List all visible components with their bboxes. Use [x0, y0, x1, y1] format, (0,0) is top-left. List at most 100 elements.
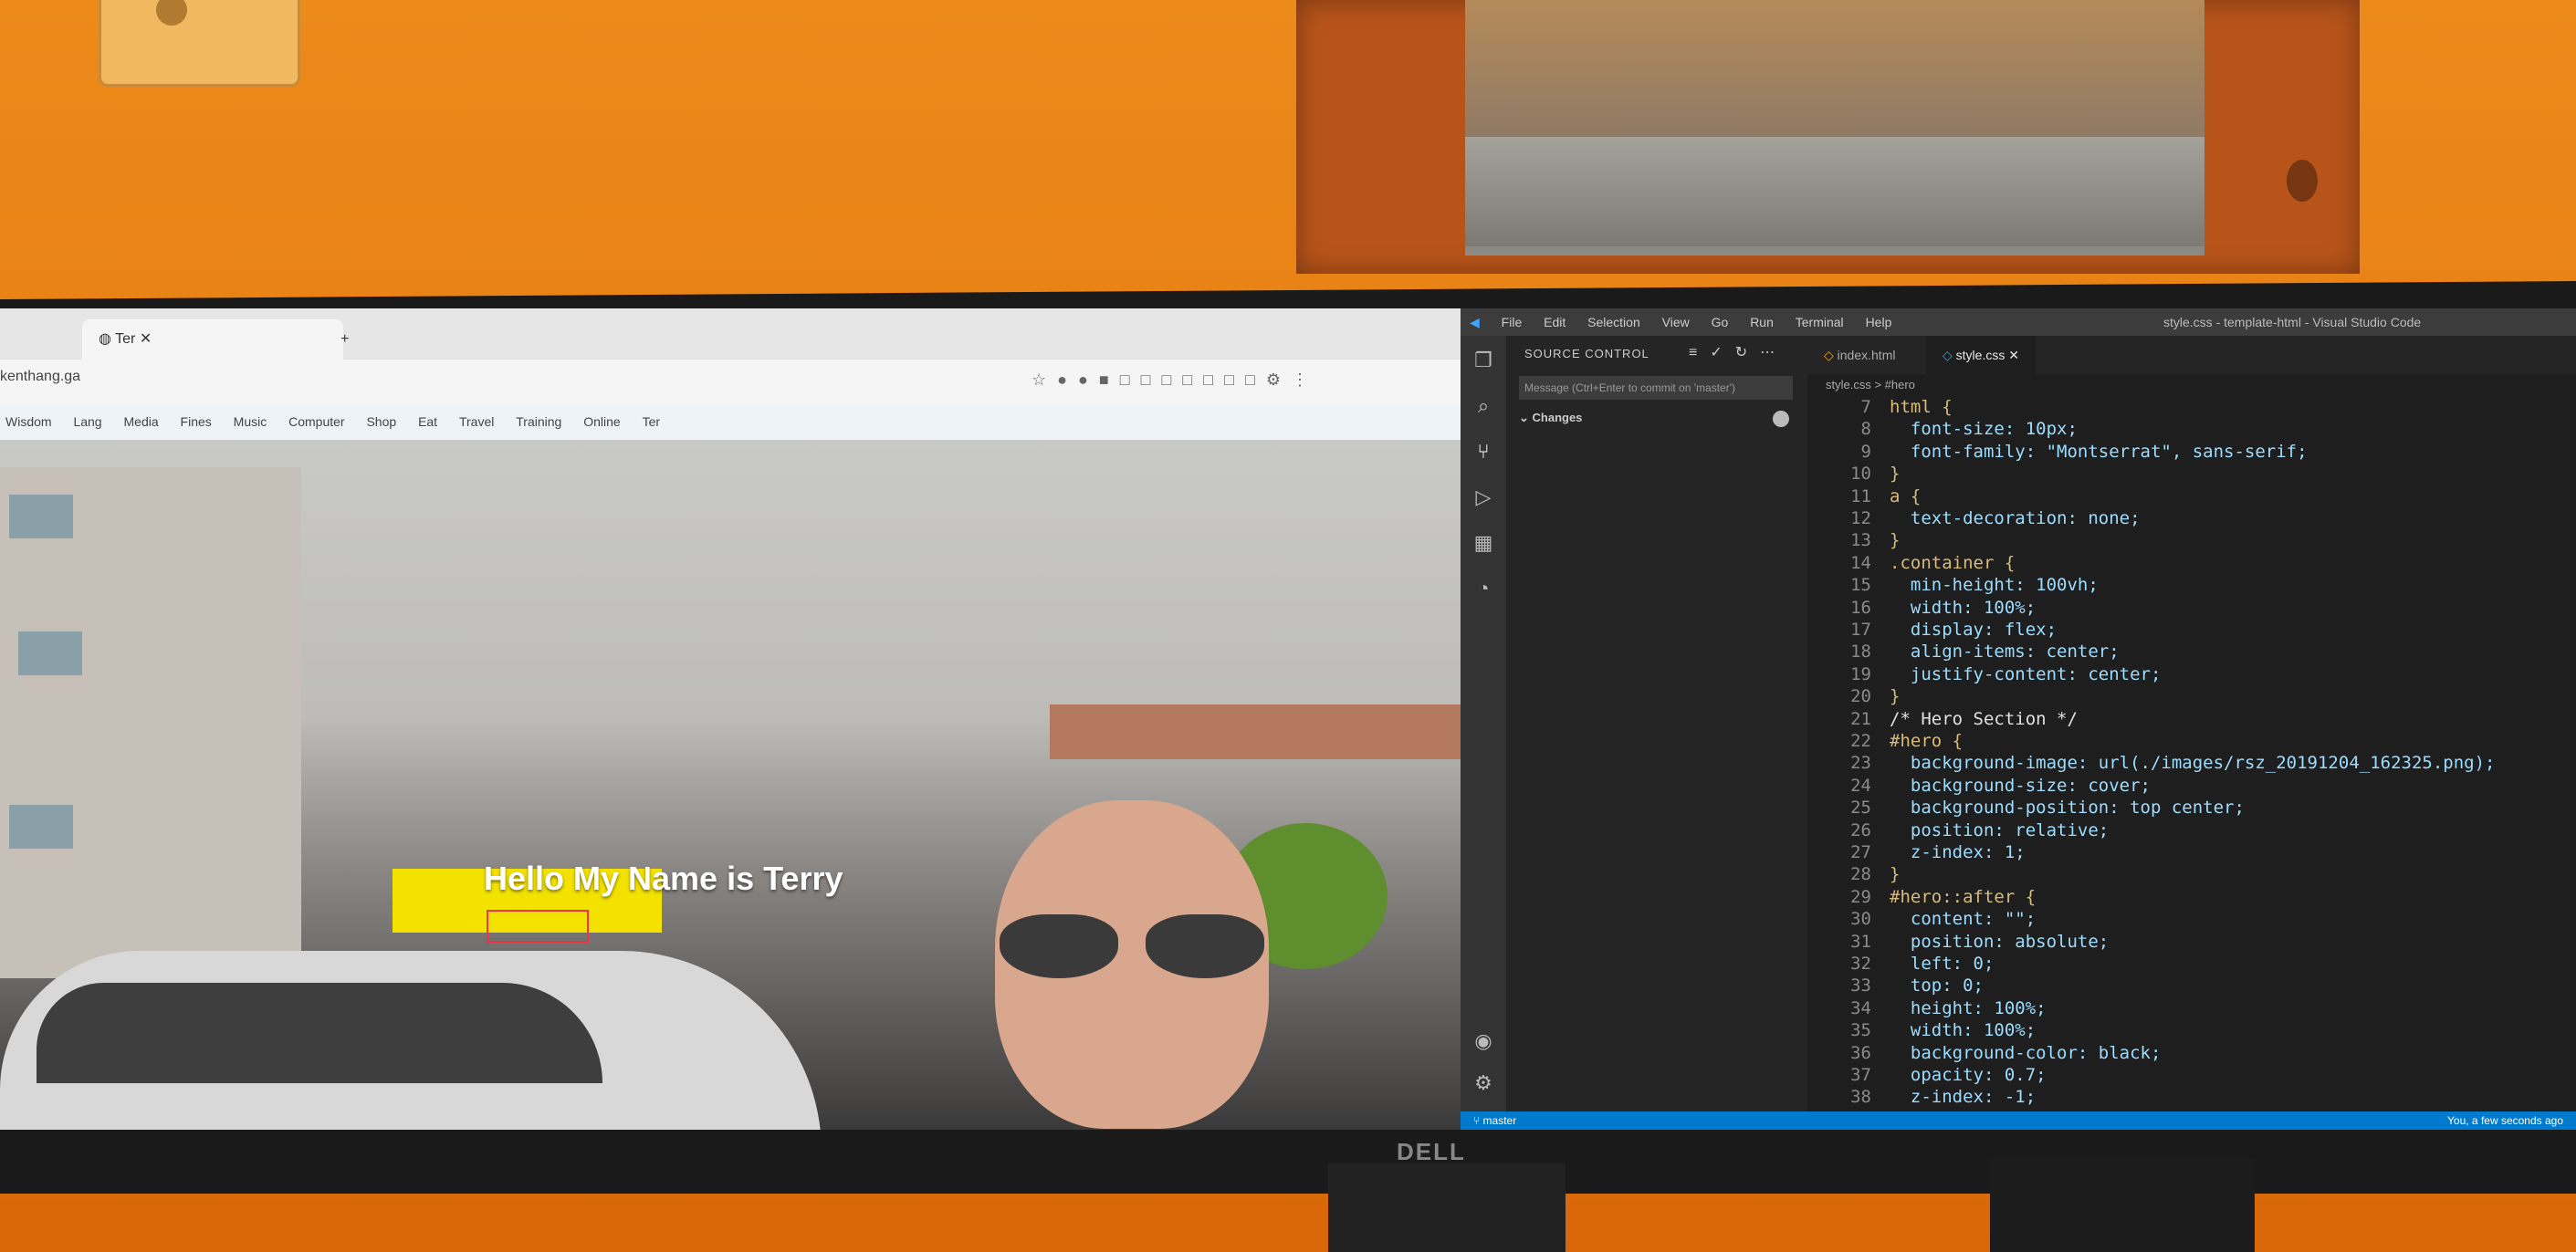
code-text[interactable]: background-size: cover; [1890, 775, 2151, 798]
hero-button[interactable] [487, 910, 589, 943]
tab-style-css[interactable]: ◇ style.css ✕ [1926, 336, 2036, 374]
code-text[interactable]: /* Hero Section */ [1890, 708, 2078, 731]
branch-indicator[interactable]: ⑂ master [1473, 1111, 1516, 1130]
code-text[interactable]: #hero::after { [1890, 886, 2036, 909]
activity-bar: ❐ ⌕ ⑂ ▷ ▦ ◔ ◉ ⚙ [1461, 336, 1506, 1111]
code-text[interactable]: background-color: black; [1890, 1042, 2162, 1065]
code-text[interactable]: html { [1890, 396, 1953, 419]
code-text[interactable]: align-items: center; [1890, 641, 2120, 663]
code-text[interactable]: } [1890, 863, 1900, 886]
menu-edit[interactable]: Edit [1544, 315, 1565, 329]
menu-run[interactable]: Run [1750, 315, 1774, 329]
code-text[interactable]: background-image: url(./images/rsz_20191… [1890, 752, 2496, 775]
code-text[interactable]: min-height: 100vh; [1890, 574, 2099, 597]
hero-title: Hello My Name is Terry [484, 860, 843, 897]
bookmark-shop[interactable]: Shop [366, 414, 396, 429]
menu-file[interactable]: File [1502, 315, 1523, 329]
bookmark-music[interactable]: Music [234, 414, 267, 429]
code-text[interactable]: display: flex; [1890, 619, 2057, 642]
code-text[interactable]: position: absolute; [1890, 931, 2109, 954]
code-text[interactable]: z-index: 1; [1890, 841, 2026, 864]
gear-icon[interactable]: ⚙ [1471, 1071, 1495, 1095]
code-text[interactable]: top: 0; [1890, 975, 1984, 997]
building-window [9, 805, 73, 849]
code-text[interactable]: content: ""; [1890, 908, 2036, 931]
bookmark-media[interactable]: Media [124, 414, 159, 429]
browser-window: ◍ Ter ✕ + kenthang.ga ☆●●■□□□□□□□⚙⋮ Wisd… [0, 308, 1461, 1130]
address-url[interactable]: kenthang.ga [0, 369, 80, 385]
new-tab-button[interactable]: + [324, 319, 384, 360]
code-text[interactable]: a { [1890, 485, 1921, 508]
line-number: 25 [1850, 798, 1871, 819]
code-text[interactable]: } [1890, 529, 1900, 552]
desk-leg [1990, 1159, 2255, 1252]
close-icon[interactable]: ✕ [140, 331, 152, 347]
code-text[interactable]: width: 100%; [1890, 1019, 2036, 1042]
menu-go[interactable]: Go [1712, 315, 1729, 329]
code-text[interactable]: z-index: -1; [1890, 1086, 2036, 1109]
code-text[interactable]: opacity: 0.7; [1890, 1064, 2047, 1087]
line-number: 11 [1850, 485, 1871, 506]
sunglasses-photo [1000, 914, 1264, 978]
html-file-icon: ◇ [1824, 348, 1838, 362]
bookmark-eat[interactable]: Eat [418, 414, 437, 429]
bookmark-travel[interactable]: Travel [459, 414, 494, 429]
line-number: 33 [1850, 976, 1871, 996]
code-text[interactable]: font-family: "Montserrat", sans-serif; [1890, 441, 2308, 464]
status-bar: ⑂ master You, a few seconds ago [1461, 1111, 2576, 1130]
monitor-screen: ◍ Ter ✕ + kenthang.ga ☆●●■□□□□□□□⚙⋮ Wisd… [0, 308, 2576, 1130]
account-icon[interactable]: ◉ [1471, 1029, 1495, 1053]
bookmark-online[interactable]: Online [583, 414, 620, 429]
close-icon[interactable]: ✕ [2008, 348, 2019, 362]
code-text[interactable]: justify-content: center; [1890, 663, 2162, 686]
code-text[interactable]: font-size: 10px; [1890, 418, 2078, 441]
code-text[interactable]: background-position: top center; [1890, 797, 2245, 819]
bookmark-ter[interactable]: Ter [643, 414, 660, 429]
line-number: 14 [1850, 552, 1871, 573]
menu-selection[interactable]: Selection [1587, 315, 1640, 329]
menu-terminal[interactable]: Terminal [1796, 315, 1844, 329]
css-file-icon: ◇ [1942, 348, 1956, 362]
code-text[interactable]: height: 100%; [1890, 997, 2047, 1020]
changes-section[interactable]: ⌄ Changes [1519, 411, 1582, 425]
code-text[interactable]: } [1890, 685, 1900, 708]
source-control-icon[interactable]: ⑂ [1471, 440, 1495, 464]
code-text[interactable]: #hero { [1890, 730, 1963, 753]
line-number: 21 [1850, 708, 1871, 729]
building-photo [0, 467, 301, 978]
bookmark-computer[interactable]: Computer [288, 414, 344, 429]
code-editor[interactable]: ◇ index.html ◇ style.css ✕ style.css > #… [1807, 336, 2576, 1111]
browser-tab[interactable]: ◍ Ter ✕ [82, 319, 343, 360]
line-number: 13 [1850, 530, 1871, 551]
tab-index-html[interactable]: ◇ index.html [1807, 336, 1911, 374]
bookmark-fines[interactable]: Fines [181, 414, 212, 429]
panel-actions[interactable]: ≡✓↻⋯ [1689, 343, 1787, 361]
bookmark-lang[interactable]: Lang [73, 414, 101, 429]
bookmark-wisdom[interactable]: Wisdom [5, 414, 52, 429]
timeline-icon[interactable]: ◔ [1471, 577, 1495, 600]
code-text[interactable]: .container { [1890, 552, 2015, 575]
branch-icon: ⑂ [1473, 1114, 1483, 1127]
search-icon[interactable]: ⌕ [1471, 394, 1495, 418]
line-number: 9 [1860, 441, 1871, 462]
address-bar[interactable]: kenthang.ga ☆●●■□□□□□□□⚙⋮ [0, 360, 1461, 405]
line-number: 30 [1850, 909, 1871, 930]
vscode-titlebar: ◀ File Edit Selection View Go Run Termin… [1461, 308, 2576, 336]
extensions-icon[interactable]: ▦ [1471, 531, 1495, 555]
menu-help[interactable]: Help [1866, 315, 1892, 329]
tab-label: style.css [1955, 348, 2005, 362]
code-text[interactable]: } [1890, 463, 1900, 485]
menu-view[interactable]: View [1662, 315, 1690, 329]
commit-message-input[interactable]: Message (Ctrl+Enter to commit on 'master… [1519, 376, 1793, 400]
bookmark-training[interactable]: Training [516, 414, 561, 429]
code-text[interactable]: position: relative; [1890, 819, 2109, 842]
line-number: 18 [1850, 642, 1871, 663]
code-area[interactable]: 7 html {8 font-size: 10px; 9 font-family: … [1807, 396, 2576, 1108]
run-debug-icon[interactable]: ▷ [1471, 485, 1495, 509]
code-text[interactable]: left: 0; [1890, 953, 1995, 976]
breadcrumb[interactable]: style.css > #hero [1807, 374, 2576, 396]
code-text[interactable]: text-decoration: none; [1890, 507, 2141, 530]
extension-icons[interactable]: ☆●●■□□□□□□□⚙⋮ [1031, 370, 1319, 390]
code-text[interactable]: width: 100%; [1890, 597, 2036, 620]
explorer-icon[interactable]: ❐ [1471, 349, 1495, 372]
